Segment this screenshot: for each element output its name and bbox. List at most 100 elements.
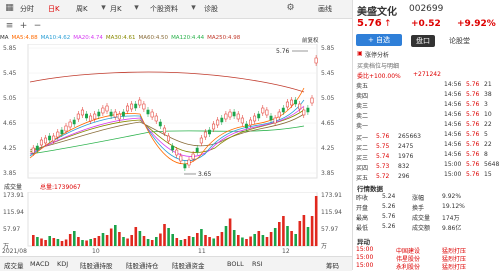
candle (89, 115, 93, 122)
price-chart: 5.85 5.45 5.05 4.65 4.25 3.85 5.85 5.45 5.05 4.6… (3, 44, 335, 179)
price-change: +0.52 (411, 19, 441, 29)
volume-tick-label-right: 万 (321, 243, 327, 250)
tab-boll[interactable]: BOLL (227, 260, 244, 268)
y-tick-label: 4.65 (3, 120, 17, 127)
tab-stock-profile[interactable]: 个股资料 (150, 4, 178, 14)
candle (236, 113, 240, 120)
candle (80, 109, 84, 116)
volume-header: 成交量 总量:1739067 (0, 182, 352, 192)
volume-bar (224, 226, 228, 246)
volume-bar (298, 221, 302, 246)
volume-total: 总量:1739067 (40, 184, 81, 191)
trade-time: 15:00 (444, 171, 462, 178)
trade-row: 14:56 5.76 22 (356, 121, 499, 130)
y-tick-label-right: 4.65 (321, 120, 335, 127)
trade-volume: 22 (484, 141, 492, 148)
candle (97, 111, 101, 117)
trade-time: 14:56 (444, 131, 462, 138)
high-price-label: 5.76 (276, 48, 290, 55)
y-tick-label-right: 5.85 (321, 45, 335, 52)
up-arrow-icon: ↑ (384, 19, 392, 29)
candle (35, 145, 39, 151)
volume-bar (171, 234, 174, 246)
stat-value: 5.24 (382, 193, 396, 200)
tab-intraday[interactable]: 分时 (20, 4, 34, 14)
tab-chips[interactable]: 筹码 (326, 260, 339, 270)
limit-up-analysis[interactable]: 涨停分析 (365, 50, 389, 59)
candle (195, 147, 199, 153)
volume-tick-label: 173.91 (3, 192, 24, 199)
volume-bar (232, 230, 236, 246)
volume-bar (200, 229, 203, 246)
candle (249, 119, 252, 126)
tab-rsi[interactable]: RSI (252, 260, 263, 268)
stat-label-2: 涨幅 (412, 195, 425, 202)
trade-row: 15:00 5.76 5648 (356, 161, 499, 170)
volume-bar (191, 237, 195, 246)
tab-kdj[interactable]: KDJ (57, 260, 68, 268)
volume-bar (56, 239, 60, 246)
volume-bar (302, 215, 306, 246)
candle (285, 101, 289, 108)
news-time: 15:00 (356, 246, 374, 253)
tab-monthly-k[interactable]: 月K (110, 4, 122, 14)
trade-volume: 21 (484, 81, 492, 88)
tab-daily-k[interactable]: 日K (48, 4, 60, 14)
x-axis-label: 2021/08 (2, 248, 27, 255)
tab-lunpan[interactable]: 论股堂 (449, 36, 470, 46)
trade-time: 14:56 (444, 151, 462, 158)
volume-bar (179, 240, 183, 246)
stat-label: 最低 (356, 225, 369, 232)
order-diff: +271242 (413, 71, 441, 78)
tab-weekly-k[interactable]: 周K (76, 4, 88, 14)
trade-price: 5.76 (466, 121, 480, 128)
adjust-dropdown[interactable]: 前复权 (302, 36, 319, 44)
volume-bar (89, 239, 92, 246)
volume-bar (167, 228, 170, 246)
tab-hk-position[interactable]: 陆股通持仓 (126, 260, 159, 270)
menu-icon[interactable]: ≡ (4, 21, 15, 32)
zoom-in-icon[interactable]: + (18, 21, 29, 32)
volume-bar (114, 225, 117, 246)
candle (56, 131, 60, 138)
ma-item: MA20:4.74 (73, 35, 103, 41)
grid-menu-icon[interactable]: ▦ (4, 3, 15, 14)
volume-bar (146, 239, 150, 246)
stats-title: 行情数据 (357, 185, 383, 193)
stats-row: 昨收 5.24 涨幅 9.92% (356, 193, 499, 203)
gear-icon[interactable]: ⚙ (285, 3, 296, 14)
tab-hk-funds[interactable]: 陆股通资金 (172, 260, 205, 270)
volume-bar (228, 218, 232, 246)
chevron-down-icon[interactable]: ▾ (188, 3, 199, 14)
candle (224, 113, 228, 120)
candle (158, 121, 162, 127)
trade-time: 14:56 (444, 101, 462, 108)
ma-item: MA30:4.61 (105, 35, 136, 41)
candle (228, 111, 232, 118)
volume-bar (105, 235, 109, 246)
candle (146, 109, 150, 115)
candle (134, 103, 138, 109)
volume-bar (310, 216, 314, 246)
volume-bar (81, 240, 84, 246)
candle (175, 149, 179, 156)
volume-bar (282, 216, 285, 246)
stat-label: 昨收 (356, 195, 369, 202)
volume-bar (175, 238, 179, 246)
zoom-out-icon[interactable]: − (32, 21, 43, 32)
chevron-down-icon[interactable]: ▾ (131, 3, 142, 14)
tab-pankou[interactable]: 盘口 (411, 35, 435, 47)
top-toolbar: ▦ 分时 日K 周K ▾ 月K ▾ 个股资料 ▾ 诊股 ⚙ 画线 (0, 0, 352, 19)
tab-macd[interactable]: MACD (30, 260, 49, 268)
news-row[interactable]: 15:00 永利股份 猛烈打压 (356, 262, 499, 272)
volume-bar (36, 237, 39, 246)
draw-line-button[interactable]: 画线 (318, 4, 332, 14)
tab-hk-holdings[interactable]: 陆股通持股 (80, 260, 113, 270)
volume-bar (196, 233, 199, 246)
tab-volume[interactable]: 成交量 (4, 260, 24, 270)
tab-diagnose[interactable]: 诊股 (204, 4, 218, 14)
add-watchlist-button[interactable]: + 自选 (356, 34, 402, 46)
candle (121, 111, 125, 117)
chevron-down-icon[interactable]: ▾ (98, 3, 109, 14)
volume-bar (122, 237, 125, 246)
